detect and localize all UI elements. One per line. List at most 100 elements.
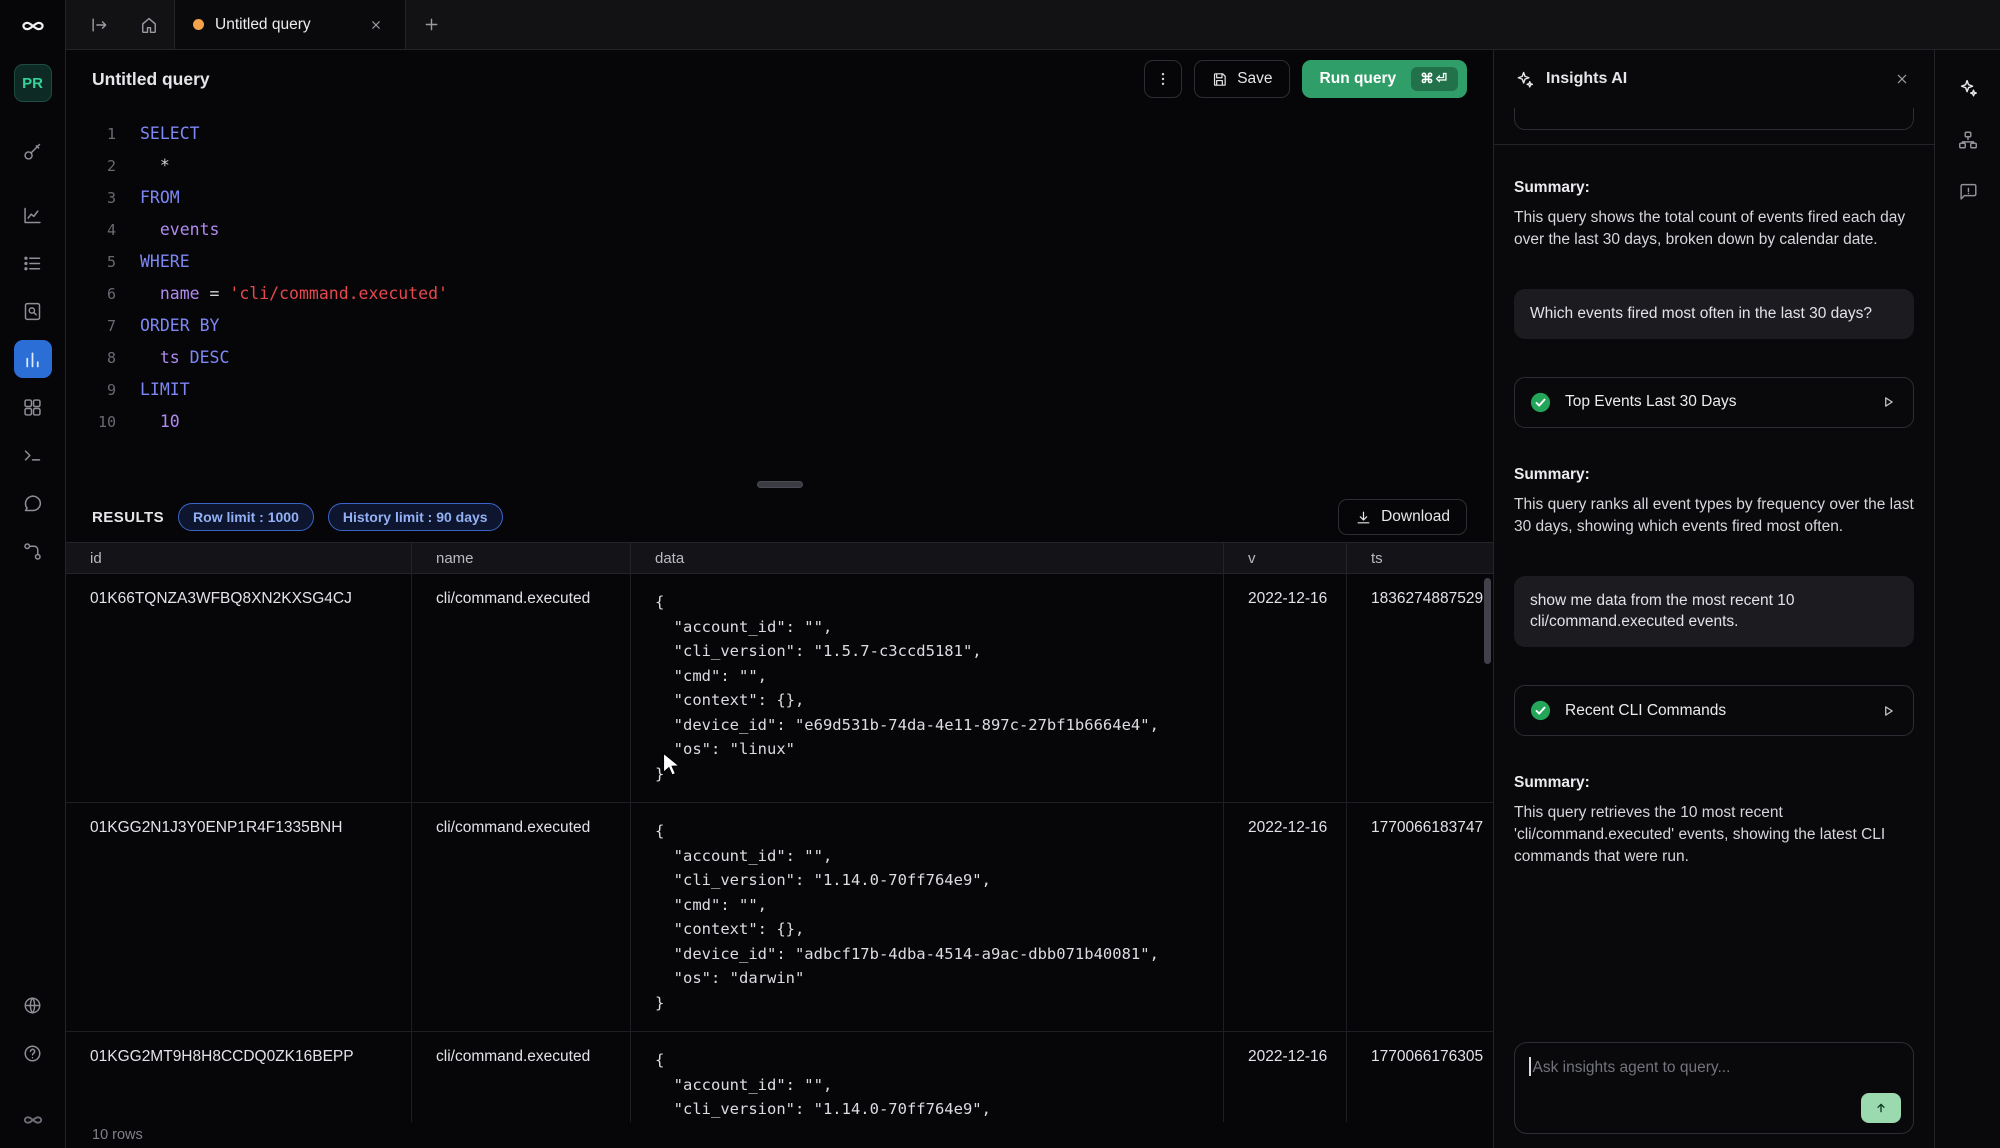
user-message-text: show me data from the most recent 10 cli…	[1530, 592, 1794, 631]
content-row: Untitled query Save Run query ⌘⏎	[66, 50, 2000, 1148]
cell-data: { "account_id": "", "cli_version": "1.5.…	[630, 574, 1223, 802]
chat-icon[interactable]	[14, 484, 52, 522]
summary-block: Summary: This query ranks all event type…	[1514, 466, 1914, 538]
feedback-icon[interactable]	[1948, 172, 1988, 212]
line-number: 8	[66, 342, 116, 374]
editor-line: 5 WHERE	[66, 246, 1493, 278]
row-limit-badge[interactable]: Row limit : 1000	[178, 503, 314, 531]
download-icon	[1355, 509, 1372, 526]
run-shortcut-chip: ⌘⏎	[1411, 67, 1458, 91]
download-button[interactable]: Download	[1338, 499, 1467, 535]
close-tab-icon[interactable]	[365, 14, 387, 36]
editor-line: 10 10	[66, 406, 1493, 438]
workspace-avatar[interactable]: PR	[14, 64, 52, 102]
results-label: RESULTS	[92, 509, 164, 526]
send-button[interactable]	[1861, 1093, 1901, 1123]
table-row[interactable]: 01KGG2N1J3Y0ENP1R4F1335BNH cli/command.e…	[66, 803, 1493, 1032]
column-name[interactable]: name	[411, 543, 630, 573]
insights-input[interactable]: Ask insights agent to query...	[1514, 1042, 1914, 1134]
main-column: Untitled query Untitled query	[66, 0, 2000, 1148]
insights-header: Insights AI	[1494, 50, 1934, 108]
key-icon[interactable]	[14, 132, 52, 170]
drag-handle-icon	[757, 481, 803, 488]
code-text: LIMIT	[140, 374, 190, 406]
editor-line: 3FROM	[66, 182, 1493, 214]
right-icon-strip	[1934, 50, 2000, 1148]
code-text: ts DESC	[140, 342, 229, 374]
insights-title: Insights AI	[1546, 70, 1627, 88]
infinity-logo-icon	[19, 12, 47, 40]
line-number: 1	[66, 118, 116, 150]
cell-name: cli/command.executed	[411, 803, 630, 1031]
bar-chart-icon[interactable]	[14, 340, 52, 378]
grid-icon[interactable]	[14, 388, 52, 426]
sparkles-icon[interactable]	[1948, 68, 1988, 108]
split-drag-handle[interactable]	[66, 476, 1493, 492]
editor-line: 4 events	[66, 214, 1493, 246]
scrolled-message-clip	[1514, 108, 1914, 130]
insight-card-title: Recent CLI Commands	[1565, 702, 1864, 720]
results-table-body: 01K66TQNZA3WFBQ8XN2KXSG4CJ cli/command.e…	[66, 574, 1493, 1122]
workflow-icon[interactable]	[14, 532, 52, 570]
close-panel-icon[interactable]	[1890, 67, 1914, 91]
run-insight-icon[interactable]	[1877, 391, 1899, 413]
save-label: Save	[1237, 70, 1272, 88]
editor-line: 7ORDER BY	[66, 310, 1493, 342]
table-row[interactable]: 01K66TQNZA3WFBQ8XN2KXSG4CJ cli/command.e…	[66, 574, 1493, 803]
save-button[interactable]: Save	[1194, 60, 1289, 98]
cell-v: 2022-12-16	[1223, 803, 1346, 1031]
run-insight-icon[interactable]	[1877, 700, 1899, 722]
input-placeholder: Ask insights agent to query...	[1533, 1059, 1731, 1076]
new-tab-icon[interactable]	[406, 0, 456, 49]
kebab-menu-icon[interactable]	[1144, 60, 1182, 98]
row-count: 10 rows	[66, 1122, 1493, 1148]
user-message-text: Which events fired most often in the las…	[1530, 305, 1872, 322]
doc-search-icon[interactable]	[14, 292, 52, 330]
cell-ts: 1770066176305	[1346, 1032, 1493, 1122]
home-icon[interactable]	[124, 0, 174, 49]
sql-editor[interactable]: 1SELECT2 *3FROM4 events5WHERE6 name = 'c…	[66, 108, 1493, 476]
line-number: 5	[66, 246, 116, 278]
table-row[interactable]: 01KGG2MT9H8H8CCDQ0ZK16BEPP cli/command.e…	[66, 1032, 1493, 1122]
run-query-button[interactable]: Run query ⌘⏎	[1302, 60, 1467, 98]
line-chart-icon[interactable]	[14, 196, 52, 234]
code-text: events	[140, 214, 219, 246]
line-number: 4	[66, 214, 116, 246]
summary-text: This query ranks all event types by freq…	[1514, 494, 1914, 538]
column-ts[interactable]: ts	[1346, 543, 1493, 573]
summary-text: This query retrieves the 10 most recent …	[1514, 802, 1914, 868]
editor-line: 9LIMIT	[66, 374, 1493, 406]
download-label: Download	[1381, 508, 1450, 526]
query-header: Untitled query Save Run query ⌘⏎	[66, 50, 1493, 108]
cell-data: { "account_id": "", "cli_version": "1.14…	[630, 803, 1223, 1031]
table-scrollbar[interactable]	[1484, 578, 1491, 664]
code-text: WHERE	[140, 246, 190, 278]
history-limit-badge[interactable]: History limit : 90 days	[328, 503, 503, 531]
tab-label: Untitled query	[215, 16, 354, 34]
panel-expand-icon[interactable]	[74, 0, 124, 49]
tab-untitled-query[interactable]: Untitled query	[174, 0, 406, 49]
terminal-icon[interactable]	[14, 436, 52, 474]
hierarchy-icon[interactable]	[1948, 120, 1988, 160]
list-icon[interactable]	[14, 244, 52, 282]
line-number: 6	[66, 278, 116, 310]
query-area: Untitled query Save Run query ⌘⏎	[66, 50, 1493, 1148]
cell-name: cli/command.executed	[411, 1032, 630, 1122]
cell-id: 01KGG2N1J3Y0ENP1R4F1335BNH	[66, 803, 411, 1031]
insight-result-card[interactable]: Top Events Last 30 Days	[1514, 377, 1914, 428]
column-id[interactable]: id	[66, 543, 411, 573]
column-data[interactable]: data	[630, 543, 1223, 573]
help-icon[interactable]	[14, 1034, 52, 1072]
editor-line: 6 name = 'cli/command.executed'	[66, 278, 1493, 310]
tab-bar: Untitled query	[66, 0, 2000, 50]
summary-label: Summary:	[1514, 774, 1914, 792]
summary-label: Summary:	[1514, 466, 1914, 484]
table-header: id name data v ts	[66, 542, 1493, 574]
infinity-footer-logo-icon	[21, 1108, 45, 1132]
column-v[interactable]: v	[1223, 543, 1346, 573]
insight-result-card[interactable]: Recent CLI Commands	[1514, 685, 1914, 736]
insight-card-title: Top Events Last 30 Days	[1565, 393, 1864, 411]
globe-icon[interactable]	[14, 986, 52, 1024]
summary-block: Summary: This query retrieves the 10 mos…	[1514, 774, 1914, 868]
save-icon	[1211, 71, 1228, 88]
